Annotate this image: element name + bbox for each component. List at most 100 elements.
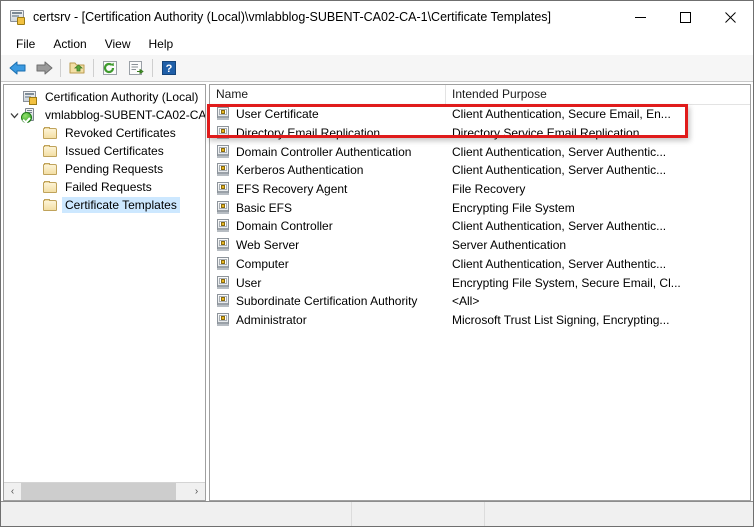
column-header-intended-purpose[interactable]: Intended Purpose: [446, 85, 750, 104]
toolbar: ?: [1, 55, 753, 82]
tree-item-label: vmlabblog-SUBENT-CA02-CA: [45, 108, 205, 122]
row-purpose-label: <All>: [452, 294, 480, 309]
certificate-template-icon: [216, 126, 230, 140]
table-row[interactable]: EFS Recovery Agent File Recovery: [210, 180, 750, 199]
tree-item-revoked-certificates[interactable]: Revoked Certificates: [4, 124, 205, 142]
row-name-cell: Subordinate Certification Authority: [210, 294, 446, 308]
row-purpose-label: Client Authentication, Secure Email, En.…: [452, 107, 671, 122]
certificate-template-icon: [216, 238, 230, 252]
list-body: User Certificate Client Authentication, …: [210, 105, 750, 329]
table-row[interactable]: Domain Controller Client Authentication,…: [210, 217, 750, 236]
row-name-label: Subordinate Certification Authority: [236, 294, 418, 309]
row-name-cell: User Certificate: [210, 107, 446, 121]
toolbar-separator: [60, 59, 61, 77]
certificate-template-icon: [216, 144, 230, 159]
row-name-label: User Certificate: [236, 107, 319, 122]
tree-item-vmlabblog-subent-ca02-ca[interactable]: vmlabblog-SUBENT-CA02-CA: [4, 106, 205, 124]
tree-item-certification-authority-local[interactable]: Certification Authority (Local): [4, 88, 205, 106]
row-name-label: Computer: [236, 256, 289, 271]
table-row[interactable]: Subordinate Certification Authority <All…: [210, 292, 750, 311]
tree-item-issued-certificates[interactable]: Issued Certificates: [4, 142, 205, 160]
content-area: Certification Authority (Local) vmlabblo…: [1, 82, 753, 501]
menu-action[interactable]: Action: [44, 34, 95, 54]
row-purpose-label: Client Authentication, Server Authentic.…: [452, 144, 667, 159]
close-button[interactable]: [708, 1, 753, 33]
table-row[interactable]: Computer Client Authentication, Server A…: [210, 255, 750, 274]
certificate-template-icon: [216, 275, 230, 290]
certificate-template-icon: [216, 219, 230, 233]
row-purpose-label: Server Authentication: [452, 238, 567, 253]
row-name-cell: Directory Email Replication: [210, 126, 446, 140]
menu-file[interactable]: File: [7, 34, 44, 54]
status-cell-2: [352, 502, 485, 526]
certificate-template-icon: [216, 107, 230, 121]
menu-view[interactable]: View: [96, 34, 140, 54]
certificate-template-icon: [216, 163, 230, 177]
scrollbar-thumb[interactable]: [21, 483, 176, 500]
row-name-cell: Basic EFS: [210, 200, 446, 215]
row-name-cell: Domain Controller Authentication: [210, 144, 446, 159]
row-name-label: Basic EFS: [236, 200, 293, 215]
tree-item-certificate-templates[interactable]: Certificate Templates: [4, 196, 205, 214]
tree-horizontal-scrollbar[interactable]: ‹ ›: [4, 482, 205, 500]
scroll-left-icon[interactable]: ‹: [4, 483, 21, 500]
help-icon[interactable]: ?: [156, 56, 182, 80]
column-header-name[interactable]: Name: [210, 85, 446, 104]
tree-item-label: Certification Authority (Local): [45, 90, 199, 104]
tree-item-failed-requests[interactable]: Failed Requests: [4, 178, 205, 196]
row-purpose-label: File Recovery: [452, 182, 526, 197]
row-name-cell: User: [210, 275, 446, 290]
table-row[interactable]: User Certificate Client Authentication, …: [210, 105, 750, 124]
row-purpose-label: Directory Service Email Replication: [452, 126, 640, 141]
certificate-templates-list-pane: Name Intended Purpose User Certificate C…: [209, 84, 751, 501]
tree-item-label: Revoked Certificates: [65, 126, 176, 140]
window-controls: [618, 1, 753, 33]
folder-icon: [42, 197, 58, 213]
table-row[interactable]: Administrator Microsoft Trust List Signi…: [210, 311, 750, 330]
row-name-label: User: [236, 275, 262, 290]
menu-help[interactable]: Help: [140, 34, 183, 54]
tree-item-label: Failed Requests: [65, 180, 152, 194]
certificate-template-icon: [216, 200, 230, 215]
row-purpose-label: Encrypting File System, Secure Email, Cl…: [452, 275, 681, 290]
row-name-cell: Web Server: [210, 238, 446, 252]
row-purpose-label: Microsoft Trust List Signing, Encrypting…: [452, 312, 670, 327]
row-name-cell: Domain Controller: [210, 219, 446, 233]
row-name-label: Directory Email Replication: [236, 126, 381, 141]
row-name-label: Domain Controller Authentication: [236, 144, 412, 159]
back-icon[interactable]: [5, 56, 31, 80]
row-name-cell: Administrator: [210, 312, 446, 327]
minimize-button[interactable]: [618, 1, 663, 33]
scroll-right-icon[interactable]: ›: [188, 483, 205, 500]
row-name-label: Web Server: [236, 238, 300, 253]
scrollbar-track[interactable]: [21, 483, 188, 500]
row-name-cell: Kerberos Authentication: [210, 163, 446, 177]
window-title: certsrv - [Certification Authority (Loca…: [33, 10, 551, 24]
table-row[interactable]: Directory Email Replication Directory Se…: [210, 124, 750, 143]
row-name-label: EFS Recovery Agent: [236, 182, 348, 197]
certsrv-window: certsrv - [Certification Authority (Loca…: [0, 0, 754, 527]
ca-server-icon: [21, 107, 38, 123]
row-name-label: Domain Controller: [236, 219, 333, 234]
toolbar-separator: [93, 59, 94, 77]
navigation-tree: Certification Authority (Local) vmlabblo…: [4, 85, 205, 482]
forward-icon[interactable]: [31, 56, 57, 80]
table-row[interactable]: Basic EFS Encrypting File System: [210, 198, 750, 217]
row-name-label: Kerberos Authentication: [236, 163, 364, 178]
refresh-icon[interactable]: [97, 56, 123, 80]
tree-item-pending-requests[interactable]: Pending Requests: [4, 160, 205, 178]
table-row[interactable]: Domain Controller Authentication Client …: [210, 142, 750, 161]
maximize-button[interactable]: [663, 1, 708, 33]
table-row[interactable]: Web Server Server Authentication: [210, 236, 750, 255]
up-folder-icon[interactable]: [64, 56, 90, 80]
row-purpose-label: Encrypting File System: [452, 200, 575, 215]
table-row[interactable]: Kerberos Authentication Client Authentic…: [210, 161, 750, 180]
certification-authority-icon: [10, 9, 26, 25]
status-bar: [1, 501, 753, 526]
export-list-icon[interactable]: [123, 56, 149, 80]
chevron-down-icon[interactable]: [6, 111, 22, 120]
folder-icon: [42, 161, 58, 177]
table-row[interactable]: User Encrypting File System, Secure Emai…: [210, 273, 750, 292]
list-column-headers: Name Intended Purpose: [210, 85, 750, 105]
status-cell-3: [485, 502, 753, 526]
